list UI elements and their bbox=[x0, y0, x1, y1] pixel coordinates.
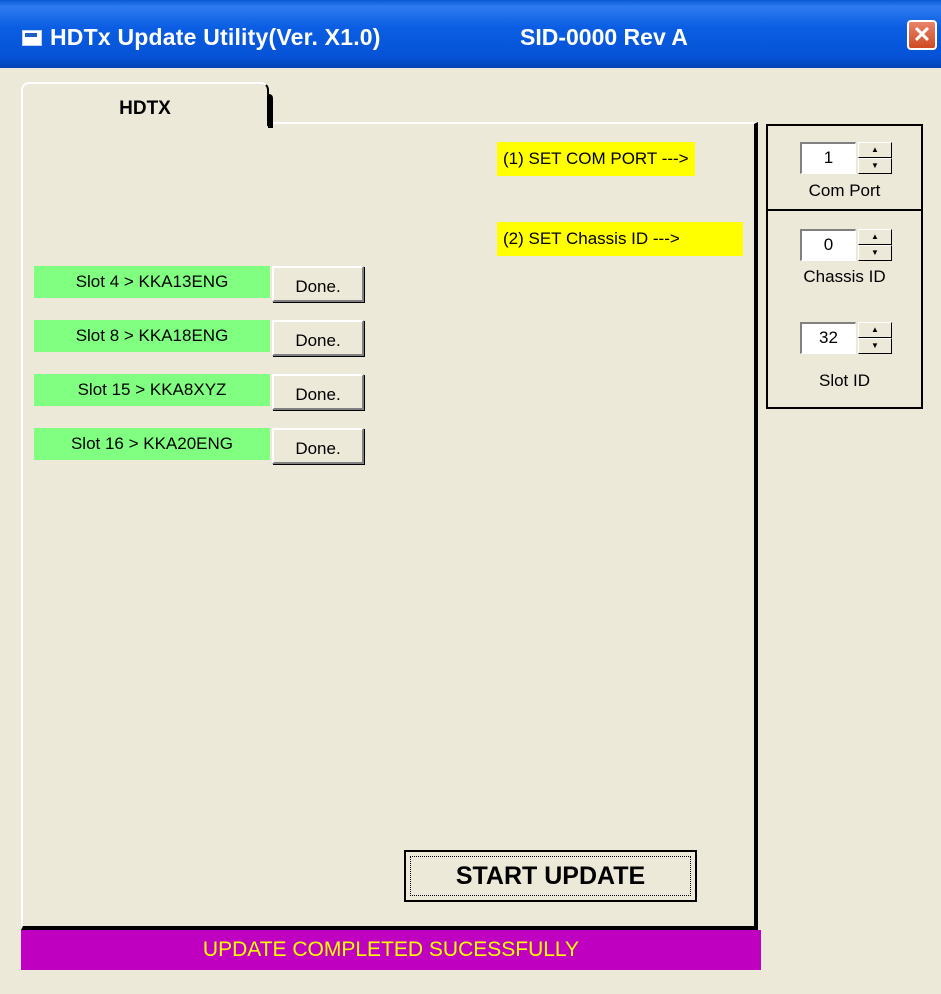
tab-label: HDTX bbox=[119, 98, 171, 119]
com-port-prompt: (1) SET COM PORT ---> bbox=[497, 142, 695, 176]
spin-up-icon[interactable]: ▲ bbox=[858, 322, 892, 338]
chassis-id-input[interactable]: 0 bbox=[800, 229, 856, 261]
com-port-label: Com Port bbox=[808, 181, 881, 200]
spin-buttons: ▲ ▼ bbox=[858, 229, 892, 261]
chassis-id-label: Chassis ID bbox=[803, 267, 886, 286]
tab-hdtx[interactable]: HDTX bbox=[21, 82, 273, 128]
slot-done-button[interactable]: Done. bbox=[272, 374, 364, 410]
start-update-button[interactable]: START UPDATE bbox=[404, 850, 697, 902]
close-icon: ✕ bbox=[912, 22, 932, 47]
slot-done-button[interactable]: Done. bbox=[272, 428, 364, 464]
slot-label: Slot 16 > KKA20ENG bbox=[34, 428, 270, 460]
window-title: HDTx Update Utility(Ver. X1.0) bbox=[50, 24, 381, 50]
spin-down-icon[interactable]: ▼ bbox=[858, 158, 892, 174]
spin-down-icon[interactable]: ▼ bbox=[858, 338, 892, 354]
spin-buttons: ▲ ▼ bbox=[858, 322, 892, 354]
spin-up-icon[interactable]: ▲ bbox=[858, 229, 892, 245]
slot-done-button[interactable]: Done. bbox=[272, 320, 364, 356]
slot-label: Slot 4 > KKA13ENG bbox=[34, 266, 270, 298]
id-frame: 0 ▲ ▼ Chassis ID 32 ▲ ▼ Slot ID bbox=[766, 209, 923, 409]
status-bar: UPDATE COMPLETED SUCESSFULLY bbox=[21, 930, 761, 970]
slot-label: Slot 8 > KKA18ENG bbox=[34, 320, 270, 352]
com-port-frame: 1 ▲ ▼ Com Port bbox=[766, 124, 923, 212]
window-sid: SID-0000 Rev A bbox=[520, 24, 688, 50]
slot-done-button[interactable]: Done. bbox=[272, 266, 364, 302]
title-bar[interactable]: HDTx Update Utility(Ver. X1.0) SID-0000 … bbox=[0, 0, 941, 68]
spin-up-icon[interactable]: ▲ bbox=[858, 142, 892, 158]
app-icon bbox=[22, 30, 42, 46]
slot-label: Slot 15 > KKA8XYZ bbox=[34, 374, 270, 406]
slot-id-label: Slot ID bbox=[818, 371, 871, 390]
chassis-id-prompt: (2) SET Chassis ID ---> bbox=[497, 222, 743, 256]
app-window: HDTx Update Utility(Ver. X1.0) SID-0000 … bbox=[0, 0, 941, 994]
start-update-label: START UPDATE bbox=[410, 856, 691, 896]
slot-id-input[interactable]: 32 bbox=[800, 322, 856, 354]
close-button[interactable]: ✕ bbox=[907, 20, 937, 50]
com-port-input[interactable]: 1 bbox=[800, 142, 856, 174]
spin-buttons: ▲ ▼ bbox=[858, 142, 892, 174]
spin-down-icon[interactable]: ▼ bbox=[858, 245, 892, 261]
